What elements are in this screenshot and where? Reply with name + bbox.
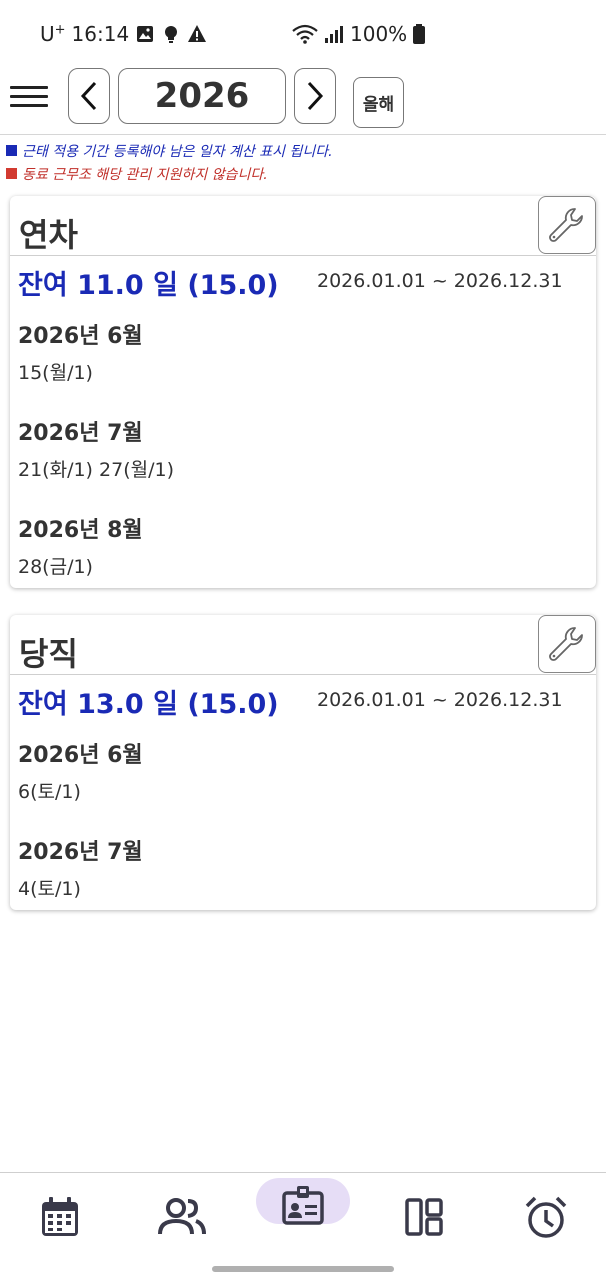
month-days: 28(금/1) bbox=[18, 556, 93, 578]
bulb-icon bbox=[165, 26, 178, 43]
nav-id-card[interactable] bbox=[273, 1175, 333, 1235]
settings-button[interactable] bbox=[538, 196, 596, 254]
nav-calendar[interactable] bbox=[30, 1187, 90, 1247]
signal-icon bbox=[325, 26, 343, 43]
leave-card-annual: 연차 잔여 11.0 일 (15.0) 2026.01.01 ~ 2026.12… bbox=[10, 196, 596, 588]
month-group: 2026년 7월 21(화/1) 27(월/1) bbox=[18, 415, 174, 482]
chevron-right-icon bbox=[307, 81, 324, 111]
month-group: 2026년 7월 4(토/1) bbox=[18, 834, 143, 901]
month-group: 2026년 6월 15(월/1) bbox=[18, 318, 143, 385]
nav-dashboard[interactable] bbox=[394, 1187, 454, 1247]
battery-icon bbox=[413, 24, 426, 44]
card-divider bbox=[10, 255, 596, 256]
wrench-icon bbox=[549, 627, 583, 661]
carrier-label: U+ bbox=[40, 22, 66, 46]
month-days: 15(월/1) bbox=[18, 362, 93, 384]
month-title: 2026년 6월 bbox=[18, 324, 143, 349]
status-right: 100% bbox=[292, 22, 426, 46]
notice-bullet bbox=[6, 145, 17, 156]
battery-level: 100% bbox=[350, 22, 408, 46]
notice-red: 동료 근무조 해당 관리 지원하지 않습니다. bbox=[6, 164, 268, 184]
year-display[interactable]: 2026 bbox=[118, 68, 286, 124]
settings-button[interactable] bbox=[538, 615, 596, 673]
nav-people[interactable] bbox=[152, 1187, 212, 1247]
card-divider bbox=[10, 674, 596, 675]
leave-period: 2026.01.01 ~ 2026.12.31 bbox=[317, 689, 563, 711]
wifi-icon bbox=[292, 24, 318, 44]
warning-icon bbox=[188, 25, 207, 42]
leave-card-duty: 당직 잔여 13.0 일 (15.0) 2026.01.01 ~ 2026.12… bbox=[10, 615, 596, 910]
toolbar: 2026 올해 bbox=[0, 62, 606, 135]
remaining-days: 잔여 13.0 일 (15.0) bbox=[18, 689, 279, 720]
next-year-button[interactable] bbox=[294, 68, 336, 124]
month-days: 4(토/1) bbox=[18, 878, 81, 900]
this-year-button[interactable]: 올해 bbox=[353, 77, 404, 128]
leave-period: 2026.01.01 ~ 2026.12.31 bbox=[317, 270, 563, 292]
home-indicator[interactable] bbox=[212, 1266, 394, 1272]
card-title: 당직 bbox=[19, 635, 78, 673]
alarm-icon bbox=[525, 1196, 567, 1238]
chevron-left-icon bbox=[80, 81, 97, 111]
menu-icon[interactable] bbox=[10, 82, 48, 110]
people-icon bbox=[158, 1198, 206, 1235]
nav-alarm[interactable] bbox=[516, 1187, 576, 1247]
month-group: 2026년 6월 6(토/1) bbox=[18, 737, 143, 804]
remaining-days: 잔여 11.0 일 (15.0) bbox=[18, 270, 279, 301]
month-days: 21(화/1) 27(월/1) bbox=[18, 459, 174, 481]
id-badge-icon bbox=[282, 1186, 324, 1225]
card-title: 연차 bbox=[19, 216, 78, 254]
status-left: U+ 16:14 bbox=[40, 22, 207, 46]
prev-year-button[interactable] bbox=[68, 68, 110, 124]
image-icon bbox=[137, 26, 154, 42]
month-title: 2026년 6월 bbox=[18, 743, 143, 768]
dashboard-icon bbox=[405, 1198, 443, 1236]
bottom-navigation bbox=[0, 1172, 606, 1281]
notice-blue: 근태 적용 기간 등록해야 남은 일자 계산 표시 됩니다. bbox=[6, 141, 333, 161]
status-bar: U+ 16:14 100% bbox=[0, 0, 606, 70]
calendar-icon bbox=[42, 1197, 78, 1236]
month-days: 6(토/1) bbox=[18, 781, 81, 803]
month-title: 2026년 8월 bbox=[18, 518, 143, 543]
status-time: 16:14 bbox=[71, 22, 130, 46]
wrench-icon bbox=[549, 208, 583, 242]
notice-bullet bbox=[6, 168, 17, 179]
month-title: 2026년 7월 bbox=[18, 840, 143, 865]
month-group: 2026년 8월 28(금/1) bbox=[18, 512, 143, 579]
month-title: 2026년 7월 bbox=[18, 421, 143, 446]
